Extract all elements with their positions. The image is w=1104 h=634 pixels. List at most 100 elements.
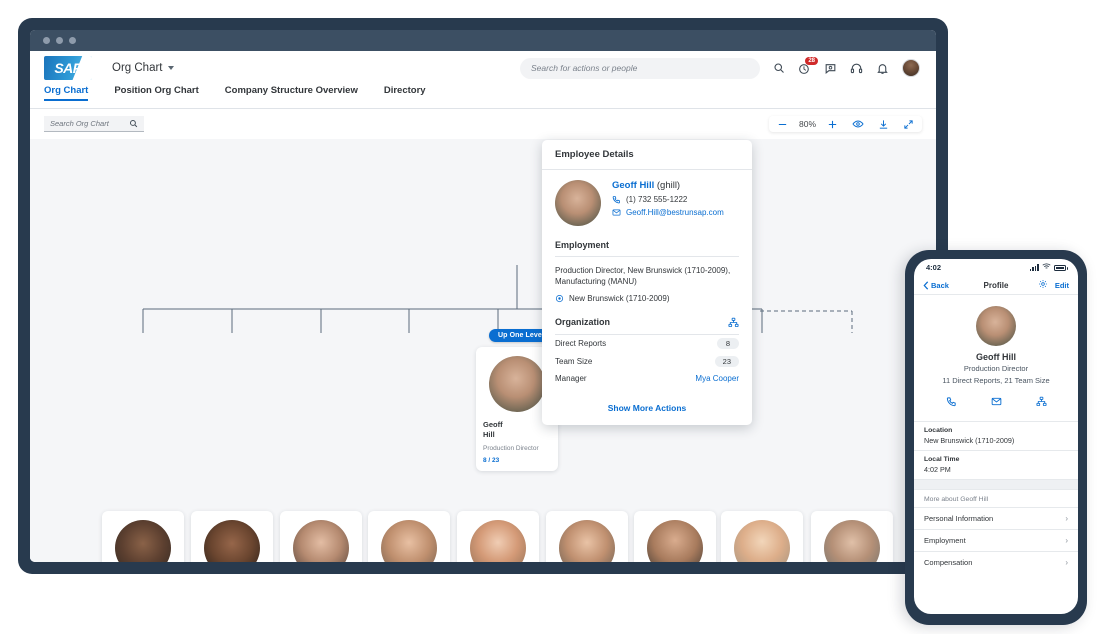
- window-minimize-dot[interactable]: [56, 37, 63, 44]
- location-pin-icon: [555, 294, 564, 303]
- search-icon[interactable]: [129, 119, 138, 128]
- phone-quick-actions: [922, 394, 1070, 412]
- chat-icon[interactable]: [824, 62, 837, 75]
- notification-badge: 28: [805, 57, 818, 66]
- chevron-right-icon: ›: [1065, 558, 1068, 567]
- phone-row-compensation[interactable]: Compensation ›: [914, 551, 1078, 573]
- zoom-toolbar: 80%: [769, 116, 922, 132]
- employee-phone: (1) 732 555-1222: [626, 195, 687, 204]
- organization-section-heading: Organization: [555, 317, 739, 335]
- org-node-child[interactable]: Global Assignment Anson Gao Production P…: [102, 511, 184, 562]
- show-more-actions-link[interactable]: Show More Actions: [555, 403, 739, 413]
- laptop-device-frame: SAP Org Chart Search for actions or peop…: [18, 18, 948, 574]
- phone-nav-bar: Back Profile Edit: [914, 276, 1078, 295]
- phone-nav-actions: Edit: [1038, 276, 1069, 294]
- manager-link[interactable]: Mya Cooper: [695, 374, 739, 383]
- section-divider: [914, 479, 1078, 490]
- employee-photo: [559, 520, 615, 562]
- back-label: Back: [931, 281, 949, 290]
- employee-photo: [647, 520, 703, 562]
- sap-logo[interactable]: SAP: [44, 56, 92, 80]
- tab-directory[interactable]: Directory: [384, 85, 426, 99]
- eye-icon[interactable]: [852, 118, 864, 130]
- org-hierarchy-icon[interactable]: [1036, 394, 1047, 412]
- location-label: Location: [924, 427, 1068, 434]
- tab-position-org-chart[interactable]: Position Org Chart: [114, 85, 198, 99]
- screenshot-stage: SAP Org Chart Search for actions or peop…: [0, 0, 1104, 634]
- zoom-level-label: 80%: [799, 119, 816, 129]
- browser-titlebar: [30, 30, 936, 51]
- employment-section-heading: Employment: [555, 240, 739, 257]
- employee-photo: [204, 520, 260, 562]
- org-node-child[interactable]: Jada Baker Program Management Office +1 …: [368, 511, 450, 562]
- zoom-controls: 80%: [777, 119, 838, 130]
- tasks-icon-wrapper[interactable]: 28: [798, 62, 811, 75]
- app-title-menu[interactable]: Org Chart: [112, 62, 174, 74]
- chevron-down-icon: [168, 66, 174, 70]
- org-node-child[interactable]: Ben Shervin Engineering Manager 5 / 4: [191, 511, 273, 562]
- phone-status-bar: 4:02: [914, 259, 1078, 276]
- employee-stats: 11 Direct Reports, 21 Team Size: [922, 376, 1070, 385]
- employee-photo: [115, 520, 171, 562]
- app-shell: SAP Org Chart Search for actions or peop…: [30, 51, 936, 562]
- email-icon[interactable]: [991, 394, 1002, 412]
- gear-icon[interactable]: [1038, 276, 1048, 294]
- user-avatar[interactable]: [902, 59, 920, 77]
- more-about-label: More about Geoff Hill: [914, 490, 1078, 507]
- org-node-child[interactable]: Ray Akoshile Capacity Planning Manager: [634, 511, 716, 562]
- tab-org-chart[interactable]: Org Chart: [44, 85, 88, 101]
- window-close-dot[interactable]: [43, 37, 50, 44]
- fullscreen-icon[interactable]: [903, 119, 914, 130]
- location-value: New Brunswick (1710-2009): [924, 436, 1068, 445]
- support-icon[interactable]: [850, 62, 863, 75]
- back-button[interactable]: Back: [923, 281, 949, 290]
- zoom-in-button[interactable]: [827, 119, 838, 130]
- employee-photo: [555, 180, 601, 226]
- org-chart-canvas[interactable]: Up One Level Geoff Hill Production Direc…: [30, 139, 936, 562]
- direct-reports-row: Direct Reports 8: [555, 335, 739, 353]
- tab-company-structure-overview[interactable]: Company Structure Overview: [225, 85, 358, 99]
- phone-row-employment[interactable]: Employment ›: [914, 529, 1078, 551]
- org-node-child[interactable]: Stephanie Thorn Planning & Scheduling Ma…: [721, 511, 803, 562]
- employee-details-title: Employee Details: [542, 140, 752, 170]
- org-node-child[interactable]: James Klein Assembly Manager 4 / 4: [546, 511, 628, 562]
- org-node-child[interactable]: Faith Marshall Administrator: [280, 511, 362, 562]
- employee-phone-row[interactable]: (1) 732 555-1222: [612, 195, 724, 204]
- org-chart-search-input[interactable]: Search Org Chart: [44, 116, 144, 132]
- phone-row-personal-information[interactable]: Personal Information ›: [914, 507, 1078, 529]
- employee-title: Production Director: [922, 364, 1070, 373]
- bell-icon[interactable]: [876, 62, 889, 75]
- employee-contact-block: Geoff Hill (ghill): [612, 180, 724, 217]
- search-icon[interactable]: [773, 62, 785, 74]
- employee-identity: Geoff Hill (ghill): [555, 180, 739, 226]
- phone-device-frame: 4:02: [905, 250, 1087, 625]
- download-icon[interactable]: [878, 119, 889, 130]
- employee-title: Production Director: [483, 445, 551, 454]
- direct-reports-label: Direct Reports: [555, 339, 606, 348]
- org-chart-search-placeholder: Search Org Chart: [50, 119, 109, 128]
- email-icon: [612, 208, 621, 217]
- org-node-child[interactable]: Jakki Andrina Digital Expert: [457, 511, 539, 562]
- employment-location-row: New Brunswick (1710-2009): [555, 294, 739, 303]
- wifi-icon: [1042, 263, 1051, 272]
- battery-icon: [1054, 265, 1066, 271]
- phone-icon[interactable]: [946, 394, 957, 412]
- global-search-input[interactable]: Search for actions or people: [520, 58, 760, 79]
- phone-status-time: 4:02: [926, 263, 941, 272]
- employee-photo: [824, 520, 880, 562]
- org-hierarchy-icon[interactable]: [728, 317, 739, 328]
- app-header: SAP Org Chart Search for actions or peop…: [30, 51, 936, 85]
- org-node-child-matrix[interactable]: Sydney Battle HR Business Office Directo…: [811, 511, 893, 562]
- row-label: Compensation: [924, 558, 972, 567]
- sap-logo-text: SAP: [54, 60, 81, 76]
- window-maximize-dot[interactable]: [69, 37, 76, 44]
- employee-details-panel[interactable]: Employee Details Geoff Hill (ghill): [542, 140, 752, 425]
- zoom-out-button[interactable]: [777, 119, 788, 130]
- employee-photo: [293, 520, 349, 562]
- employee-details-body: Geoff Hill (ghill): [542, 170, 752, 425]
- employee-email-row[interactable]: Geoff.Hill@bestrunsap.com: [612, 208, 724, 217]
- edit-button[interactable]: Edit: [1055, 281, 1069, 290]
- employee-name-link[interactable]: Geoff Hill (ghill): [612, 180, 724, 191]
- manager-label: Manager: [555, 374, 587, 383]
- row-label: Personal Information: [924, 514, 993, 523]
